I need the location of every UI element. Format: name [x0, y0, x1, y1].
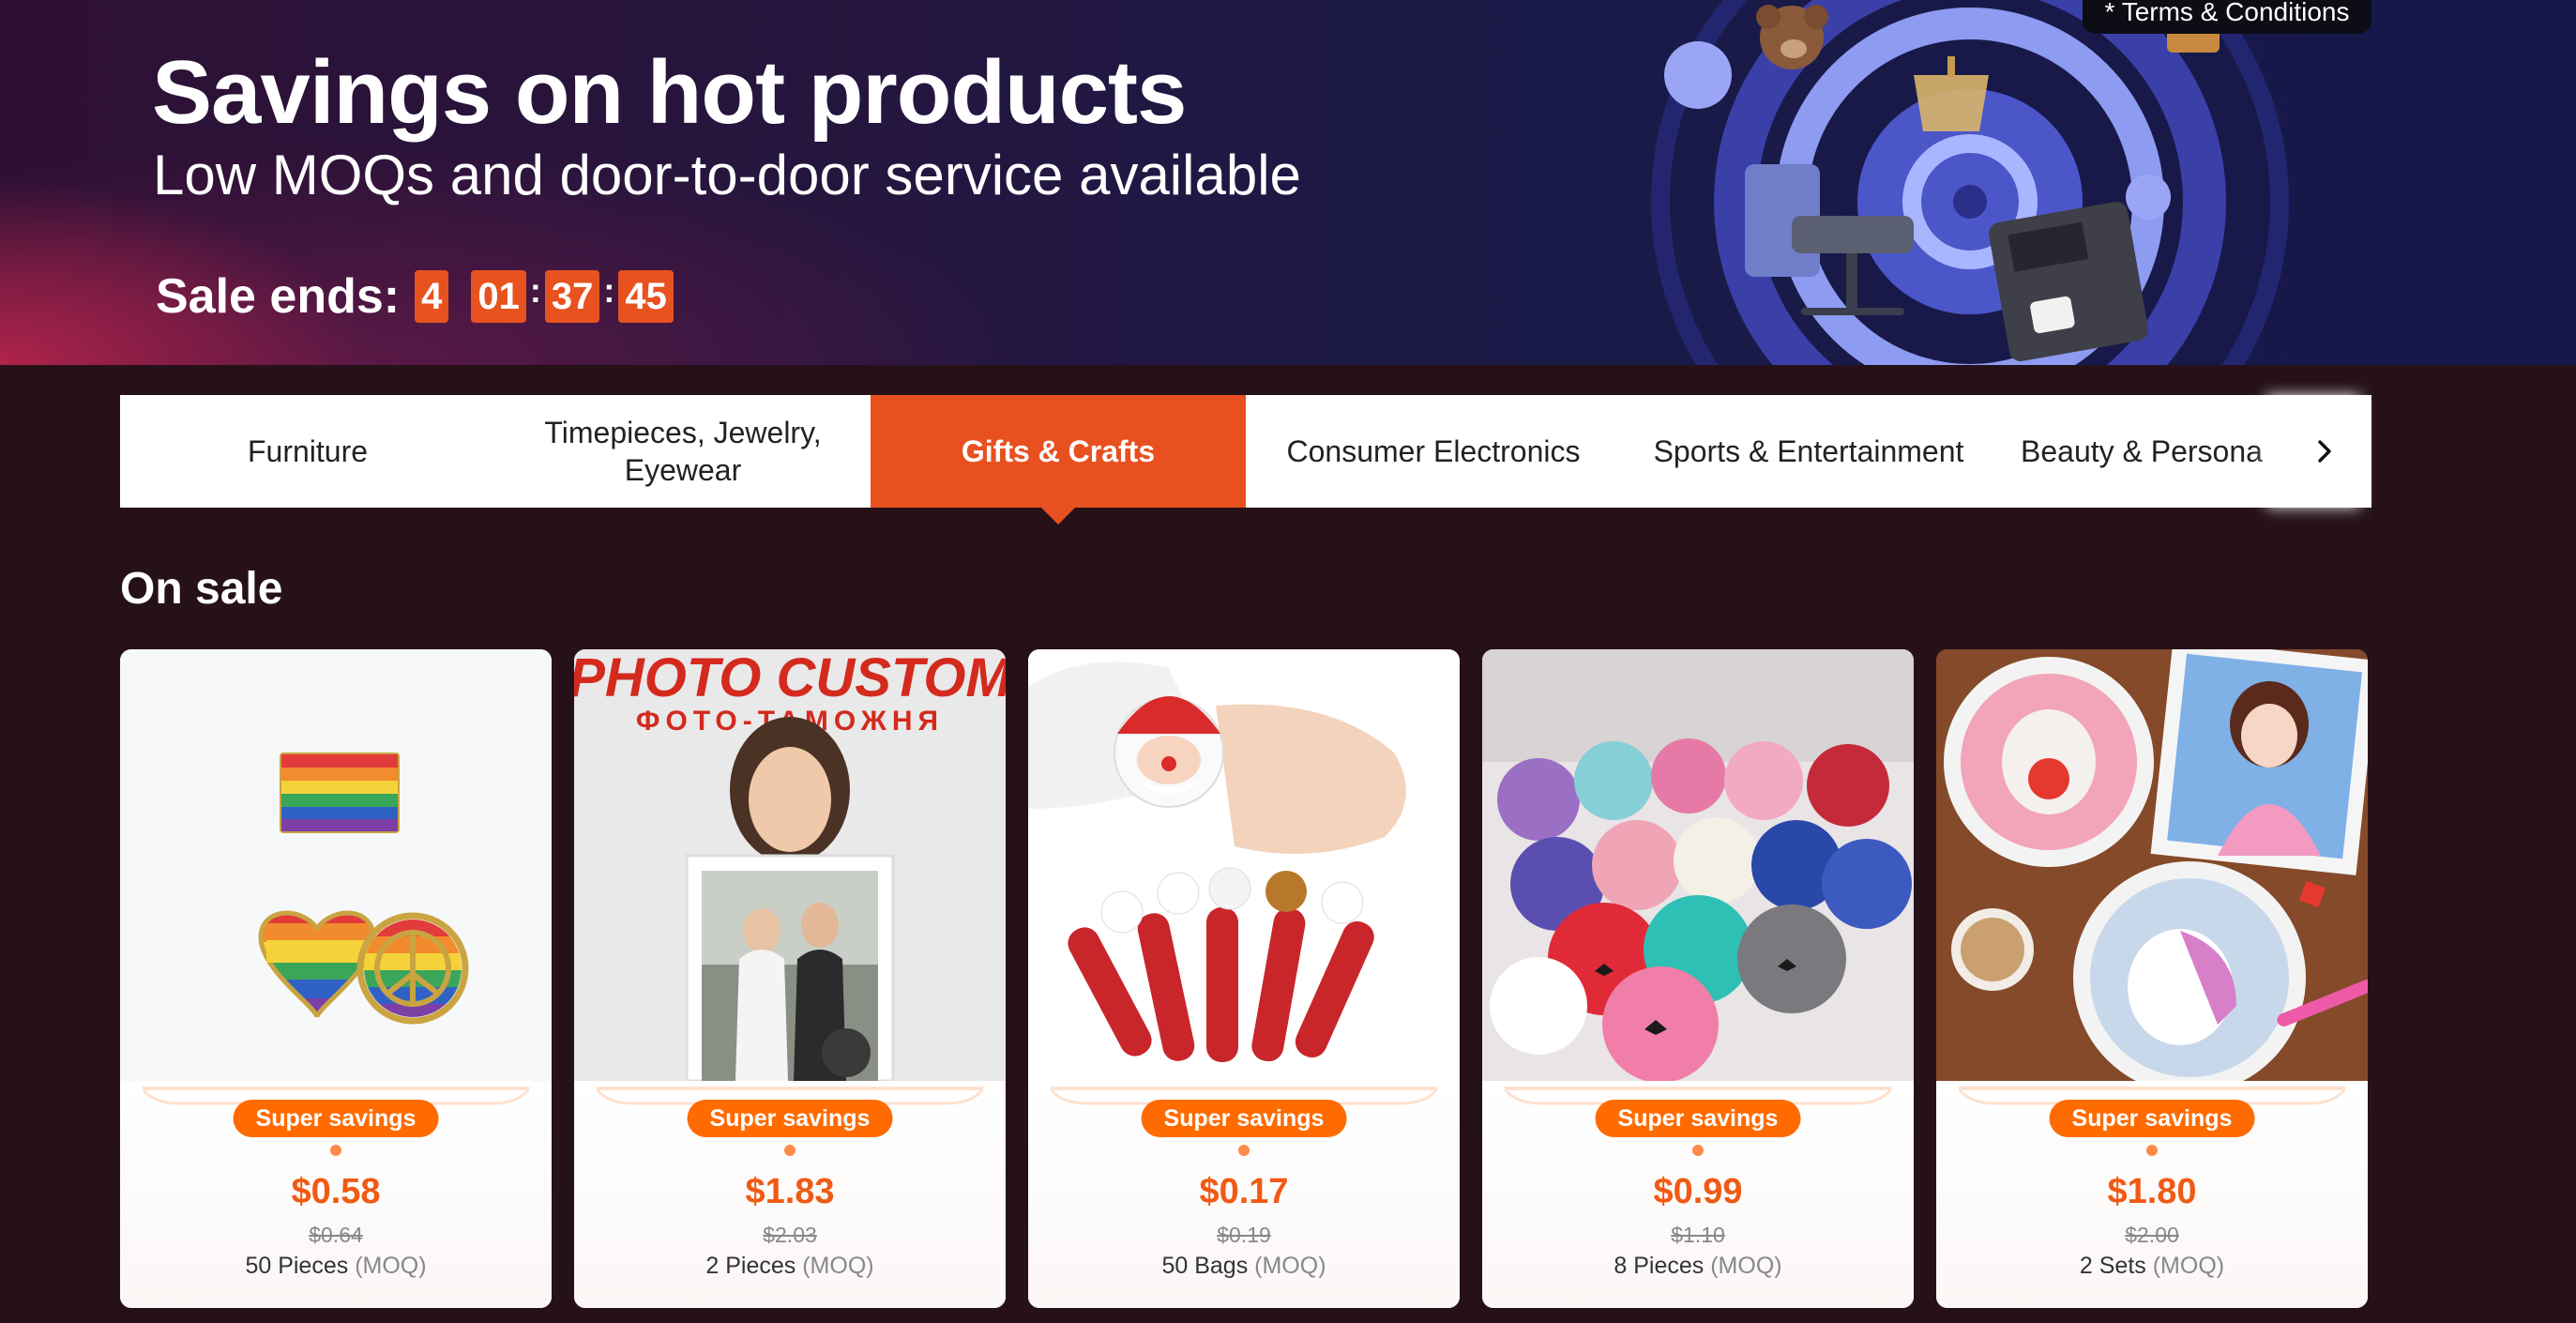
- banner-title: Savings on hot products: [152, 42, 1187, 143]
- product-moq: 2 Pieces (MOQ): [574, 1253, 1006, 1280]
- product-price: $1.80: [2107, 1172, 2197, 1211]
- super-savings-badge: Super savings: [2049, 1100, 2255, 1137]
- savings-dot: [784, 1145, 796, 1156]
- countdown-separator: :: [603, 271, 615, 310]
- product-price: $0.58: [291, 1172, 381, 1211]
- tabs-next-button[interactable]: [2278, 395, 2371, 508]
- product-card[interactable]: PHOTO CUSTOM ФОТО-ТАМОЖНЯ Super savings …: [574, 649, 1006, 1308]
- product-moq: 2 Sets (MOQ): [1936, 1253, 2368, 1280]
- moq-quantity: 50 Pieces: [245, 1253, 349, 1279]
- product-price: $1.83: [745, 1172, 835, 1211]
- moq-quantity: 2 Sets: [2079, 1253, 2146, 1279]
- product-price: $0.99: [1653, 1172, 1743, 1211]
- product-list: Super savings $0.58 $0.64 50 Pieces (MOQ…: [120, 649, 2371, 1308]
- product-original-price: $1.10: [1671, 1223, 1725, 1247]
- category-tabs: Furniture Timepieces, Jewelry, Eyewear G…: [120, 395, 2371, 525]
- countdown-separator: :: [529, 271, 541, 310]
- tab-furniture[interactable]: Furniture: [120, 395, 495, 508]
- chevron-right-icon: [2318, 440, 2331, 463]
- product-original-price: $2.03: [763, 1223, 817, 1247]
- moq-label: (MOQ): [355, 1253, 427, 1279]
- moq-quantity: 50 Bags: [1161, 1253, 1249, 1279]
- countdown-label: Sale ends:: [156, 269, 401, 324]
- product-image-christmas-slap-bracelets: [1028, 649, 1460, 1081]
- product-moq: 50 Bags (MOQ): [1028, 1253, 1460, 1280]
- super-savings-badge: Super savings: [1141, 1100, 1347, 1137]
- tab-timepieces-jewelry-eyewear[interactable]: Timepieces, Jewelry, Eyewear: [495, 395, 871, 508]
- product-image-rainbow-pride-pins: [120, 649, 552, 1081]
- product-image-rose-bears: [1482, 649, 1914, 1081]
- product-original-price: $0.19: [1217, 1223, 1271, 1247]
- product-moq: 50 Pieces (MOQ): [120, 1253, 552, 1280]
- terms-and-conditions-link[interactable]: * Terms & Conditions: [2083, 0, 2371, 34]
- product-moq: 8 Pieces (MOQ): [1482, 1253, 1914, 1280]
- product-card[interactable]: Super savings $0.99 $1.10 8 Pieces (MOQ): [1482, 649, 1914, 1308]
- super-savings-badge: Super savings: [687, 1100, 893, 1137]
- moq-label: (MOQ): [1710, 1253, 1782, 1279]
- product-card[interactable]: Super savings $1.80 $2.00 2 Sets (MOQ): [1936, 649, 2368, 1308]
- section-title: On sale: [120, 564, 283, 614]
- savings-dot: [1238, 1145, 1250, 1156]
- product-original-price: $2.00: [2125, 1223, 2179, 1247]
- tab-beauty-personal[interactable]: Beauty & Persona: [1996, 395, 2278, 508]
- savings-dot: [330, 1145, 341, 1156]
- super-savings-badge: Super savings: [1595, 1100, 1801, 1137]
- banner-product-collage: [1651, 0, 2289, 365]
- moq-quantity: 8 Pieces: [1614, 1253, 1705, 1279]
- product-price: $0.17: [1199, 1172, 1289, 1211]
- product-card[interactable]: Super savings $0.58 $0.64 50 Pieces (MOQ…: [120, 649, 552, 1308]
- countdown-days: 4: [415, 270, 449, 323]
- savings-dot: [1692, 1145, 1704, 1156]
- super-savings-badge: Super savings: [233, 1100, 439, 1137]
- moq-label: (MOQ): [1254, 1253, 1326, 1279]
- countdown-minutes: 37: [544, 270, 600, 323]
- tab-gifts-crafts[interactable]: Gifts & Crafts: [871, 395, 1246, 525]
- product-card[interactable]: Super savings $0.17 $0.19 50 Bags (MOQ): [1028, 649, 1460, 1308]
- countdown-seconds: 45: [618, 270, 674, 323]
- countdown-hours: 01: [471, 270, 526, 323]
- product-image-photo-custom: PHOTO CUSTOM ФОТО-ТАМОЖНЯ: [574, 649, 1006, 1081]
- tab-consumer-electronics[interactable]: Consumer Electronics: [1246, 395, 1621, 508]
- moq-label: (MOQ): [802, 1253, 874, 1279]
- promo-banner: Savings on hot products Low MOQs and doo…: [0, 0, 2576, 365]
- sale-countdown: Sale ends: 4 01 : 37 : 45: [156, 267, 674, 326]
- product-original-price: $0.64: [309, 1223, 363, 1247]
- moq-quantity: 2 Pieces: [705, 1253, 796, 1279]
- product-image-diamond-painting-kit: [1936, 649, 2368, 1081]
- image-title: PHOTO CUSTOM: [574, 649, 1006, 708]
- savings-dot: [2146, 1145, 2158, 1156]
- tab-sports-entertainment[interactable]: Sports & Entertainment: [1621, 395, 1996, 508]
- moq-label: (MOQ): [2152, 1253, 2225, 1279]
- banner-subtitle: Low MOQs and door-to-door service availa…: [153, 144, 1301, 206]
